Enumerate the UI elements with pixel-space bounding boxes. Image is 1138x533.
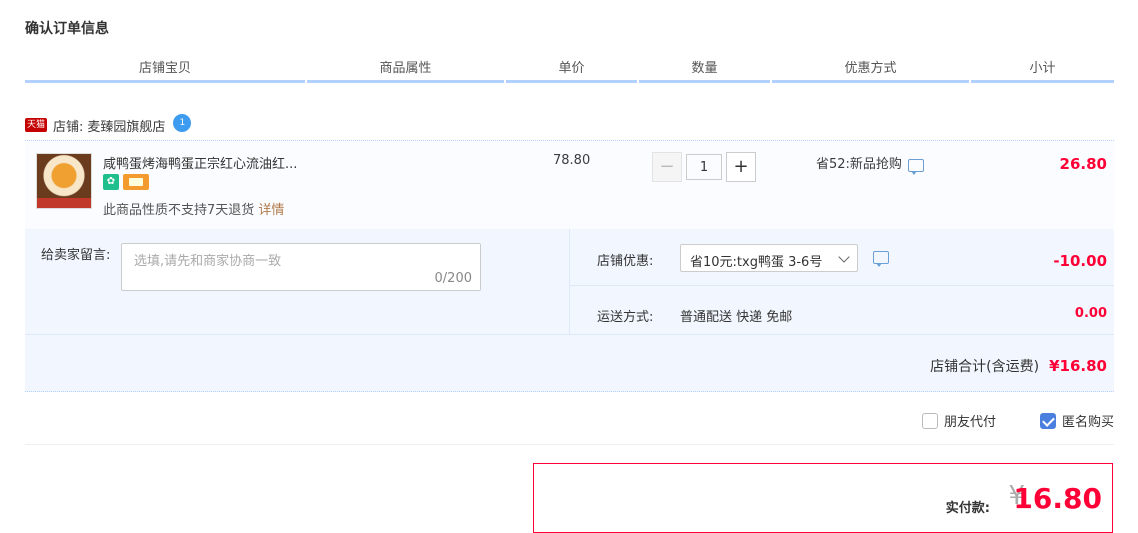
- shop-name-link[interactable]: 麦臻园旗舰店: [87, 116, 165, 135]
- decrease-quantity-button[interactable]: −: [652, 152, 682, 182]
- tmall-badge: 天猫: [25, 118, 48, 132]
- detail-link[interactable]: 详情: [258, 203, 284, 218]
- shipping-fee: 0.00: [1074, 306, 1107, 321]
- friend-pay-label: 朋友代付: [943, 415, 996, 430]
- friend-pay-option[interactable]: 朋友代付: [921, 411, 996, 430]
- credit-card-icon[interactable]: [123, 174, 149, 190]
- page-title: 确认订单信息: [25, 21, 109, 37]
- shop-discount-label: 店铺优惠:: [597, 254, 654, 269]
- order-options-panel: 给卖家留言: 选填,请先和商家协商一致 0/200 店铺优惠: 省10元:txg…: [25, 229, 1114, 392]
- shop-label: 店铺:: [53, 119, 84, 135]
- divider: [569, 229, 570, 334]
- shop-info: 天猫 店铺: 麦臻园旗舰店 1: [25, 114, 192, 135]
- anonymous-purchase-label: 匿名购买: [1061, 415, 1114, 430]
- shipping-method: 普通配送 快递 免邮: [680, 310, 793, 325]
- message-icon[interactable]: [873, 251, 889, 267]
- shop-total-value: ¥16.80: [1049, 357, 1107, 375]
- promotion-text: 省52:新品抢购: [816, 157, 902, 172]
- no-return-notice: 此商品性质不支持7天退货 详情: [103, 199, 284, 218]
- shop-total: 店铺合计(含运费) ¥16.80: [930, 356, 1107, 376]
- anonymous-purchase-option[interactable]: 匿名购买: [1039, 411, 1114, 430]
- quantity-stepper: − 1 +: [652, 152, 756, 182]
- increase-quantity-button[interactable]: +: [726, 152, 756, 182]
- payment-amount: 16.80: [1013, 482, 1102, 515]
- promotion-info: 省52:新品抢购: [816, 153, 924, 175]
- product-thumbnail[interactable]: [36, 153, 92, 209]
- column-header-shop-item: 店铺宝贝: [25, 58, 305, 83]
- column-headers: 店铺宝贝 商品属性 单价 数量 优惠方式 小计: [25, 58, 1114, 84]
- seller-message-count: 0/200: [434, 271, 472, 286]
- divider: [25, 334, 1114, 335]
- column-header-attributes: 商品属性: [307, 58, 504, 83]
- guarantee-icon[interactable]: ✿: [103, 174, 119, 190]
- shipping-label: 运送方式:: [597, 310, 654, 325]
- seller-message-input[interactable]: 选填,请先和商家协商一致 0/200: [121, 243, 481, 291]
- shop-discount-select[interactable]: 省10元:txg鸭蛋 3-6号: [680, 244, 858, 272]
- order-checkbox-options: 朋友代付 匿名购买: [921, 411, 1114, 430]
- quantity-input[interactable]: 1: [686, 154, 722, 180]
- payment-summary: 实付款: ¥ 16.80: [533, 463, 1113, 533]
- shop-discount-selected: 省10元:txg鸭蛋 3-6号: [690, 255, 823, 270]
- anonymous-purchase-checkbox[interactable]: [1039, 412, 1056, 429]
- column-header-promotion: 优惠方式: [772, 58, 969, 83]
- order-item-row: 咸鸭蛋烤海鸭蛋正宗红心流油红... ✿ 此商品性质不支持7天退货 详情 78.8…: [25, 140, 1114, 231]
- chevron-down-icon: [838, 251, 850, 263]
- divider: [570, 285, 1114, 286]
- seller-message-placeholder: 选填,请先和商家协商一致: [134, 254, 282, 269]
- unit-price: 78.80: [553, 153, 591, 168]
- service-badges: ✿: [103, 174, 149, 190]
- shop-discount-value: -10.00: [1053, 252, 1107, 270]
- shop-total-label: 店铺合计(含运费): [930, 359, 1040, 375]
- no-return-text: 此商品性质不支持7天退货: [103, 203, 255, 218]
- product-name-link[interactable]: 咸鸭蛋烤海鸭蛋正宗红心流油红...: [103, 153, 297, 172]
- column-header-quantity: 数量: [639, 58, 770, 83]
- seller-message-label: 给卖家留言:: [41, 248, 111, 263]
- item-subtotal: 26.80: [1059, 155, 1107, 173]
- friend-pay-checkbox[interactable]: [921, 412, 938, 429]
- divider: [25, 444, 1114, 445]
- column-header-subtotal: 小计: [971, 58, 1114, 83]
- message-icon[interactable]: [907, 159, 924, 175]
- column-header-unit-price: 单价: [506, 58, 637, 83]
- payment-label: 实付款:: [945, 501, 990, 516]
- wangwang-icon[interactable]: 1: [173, 114, 192, 132]
